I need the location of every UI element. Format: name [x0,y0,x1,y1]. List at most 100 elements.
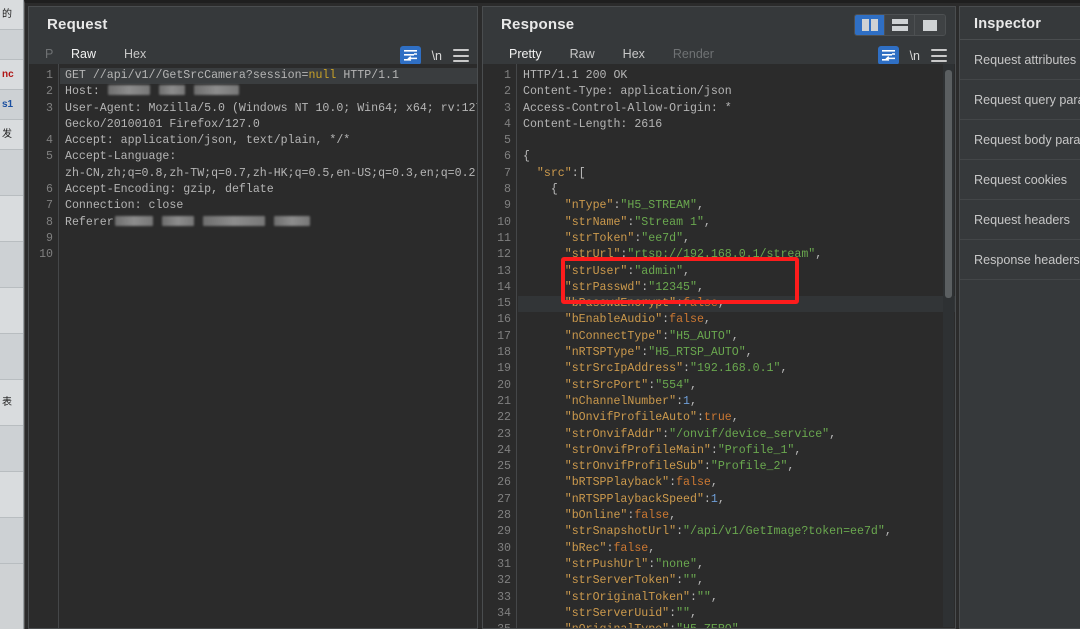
code-token: , [696,557,704,571]
word-wrap-icon[interactable] [399,46,421,65]
code-token: false [634,509,670,523]
code-token: "bEnableAudio" [564,313,663,327]
background-row [0,288,23,334]
code-token: 1 [683,394,691,408]
inspector-section-request-cookies[interactable]: Request cookies [960,160,1080,200]
code-token: Content-Length: 2616 [523,117,663,131]
newline-toggle-button[interactable]: \n [430,49,444,63]
code-token: , [710,590,718,604]
line-number: 17 [497,329,511,343]
response-editor[interactable]: 1 2 3 4 5 6 7 8 9 10 11 12 13 14 15 16 17 18 19 20 21 22 23 24 2… [483,64,955,628]
layout-single-pane-button[interactable] [915,15,945,35]
response-toolbar: \n [877,46,947,65]
app-root: 的 nc s1 发表 Request P Raw Hex \n 1 2 3 4 … [0,0,1080,629]
line-number: 6 [504,150,511,164]
code-token: HTTP/1.1 [336,69,399,82]
code-token: User-Agent: Mozilla/5.0 (Windows NT 10.0… [65,101,477,115]
code-token: "strOnvifProfileSub" [564,460,704,474]
code-token: : [703,460,711,474]
code-line: "strSnapshotUrl":"/api/v1/GetImage?token… [523,524,955,540]
code-token: "strPushUrl" [564,557,649,571]
newline-toggle-button[interactable]: \n [908,49,922,63]
hamburger-menu-icon[interactable] [931,49,947,62]
code-token: 1 [710,492,718,506]
line-number: 25 [497,460,511,474]
code-line: "strPasswd":"12345", [523,280,955,296]
code-token: "554" [655,378,691,392]
code-token: "" [696,590,711,604]
request-editor[interactable]: 1 2 3 4 5 6 7 8 9 10 GET //api/v1//GetSrcCamera?s… [29,64,477,628]
request-pane: Request P Raw Hex \n 1 2 3 4 5 6 7 8 9 1… [28,6,478,629]
code-token: , [739,623,746,628]
line-number: 8 [504,183,511,197]
line-number: 30 [497,541,511,555]
line-number: 19 [497,362,511,376]
code-line: "bPasswdEncrypt":false, [518,296,955,313]
line-number [29,117,58,133]
scrollbar-thumb[interactable] [945,70,952,298]
inspector-section-request-body-parameters[interactable]: Request body parameters [960,120,1080,160]
redacted-block [107,85,150,96]
line-number: 15 [497,297,511,311]
code-token: "strSnapshotUrl" [564,525,677,539]
layout-split-vertical-button[interactable] [855,15,885,35]
inspector-section-request-query-parameters[interactable]: Request query parameters [960,80,1080,120]
line-number: 13 [497,264,511,278]
background-row: s1 [0,90,23,120]
code-line: "strSrcPort":"554", [523,378,955,394]
word-wrap-icon[interactable] [877,46,899,65]
code-token: , [648,541,656,555]
code-token: : [710,443,718,457]
line-number: 10 [497,215,511,229]
line-number: 31 [497,557,511,571]
code-token: "H5_STREAM" [620,199,697,213]
line-number [29,166,58,182]
inspector-section-response-headers[interactable]: Response headers [960,240,1080,280]
layout-split-horizontal-button[interactable] [885,15,915,35]
response-code[interactable]: HTTP/1.1 200 OK Content-Type: application… [518,64,955,628]
redacted-block [193,85,239,96]
code-line: zh-CN,zh;q=0.8,zh-TW;q=0.7,zh-HK;q=0.5,e… [65,166,477,182]
background-row [0,196,23,242]
code-line: GET //api/v1//GetSrcCamera?session=null … [60,68,477,85]
code-token: Accept-Language: [65,150,177,164]
code-token: : [683,362,690,376]
code-token: "192.168.0.1" [690,362,781,376]
code-token: "bOnline" [564,509,628,523]
line-number: 32 [497,574,511,588]
inspector-section-request-headers[interactable]: Request headers [960,200,1080,240]
request-code[interactable]: GET //api/v1//GetSrcCamera?session=null … [60,64,477,628]
code-token: "H5_AUTO" [669,329,732,343]
inspector-section-request-attributes[interactable]: Request attributes [960,40,1080,80]
inspector-title: Inspector [974,16,1042,32]
response-vertical-scrollbar[interactable] [943,64,954,627]
code-token: , [884,525,892,539]
code-token: "Profile_1" [717,443,795,457]
code-token: "strOriginalToken" [564,590,690,604]
code-line: "strOnvifProfileSub":"Profile_2", [523,459,955,475]
hamburger-menu-icon[interactable] [453,49,469,62]
code-line: "strOriginalToken":"", [523,590,955,606]
line-number: 3 [46,101,53,115]
line-number: 1 [46,69,53,82]
burp-window: Request P Raw Hex \n 1 2 3 4 5 6 7 8 9 1… [24,0,1080,629]
code-line: Content-Length: 2616 [523,117,955,133]
code-line: "strServerToken":"", [523,573,955,589]
code-token: null [308,69,337,82]
code-token: "bRec" [564,541,607,555]
code-token: "H5_ZERO" [676,623,739,628]
